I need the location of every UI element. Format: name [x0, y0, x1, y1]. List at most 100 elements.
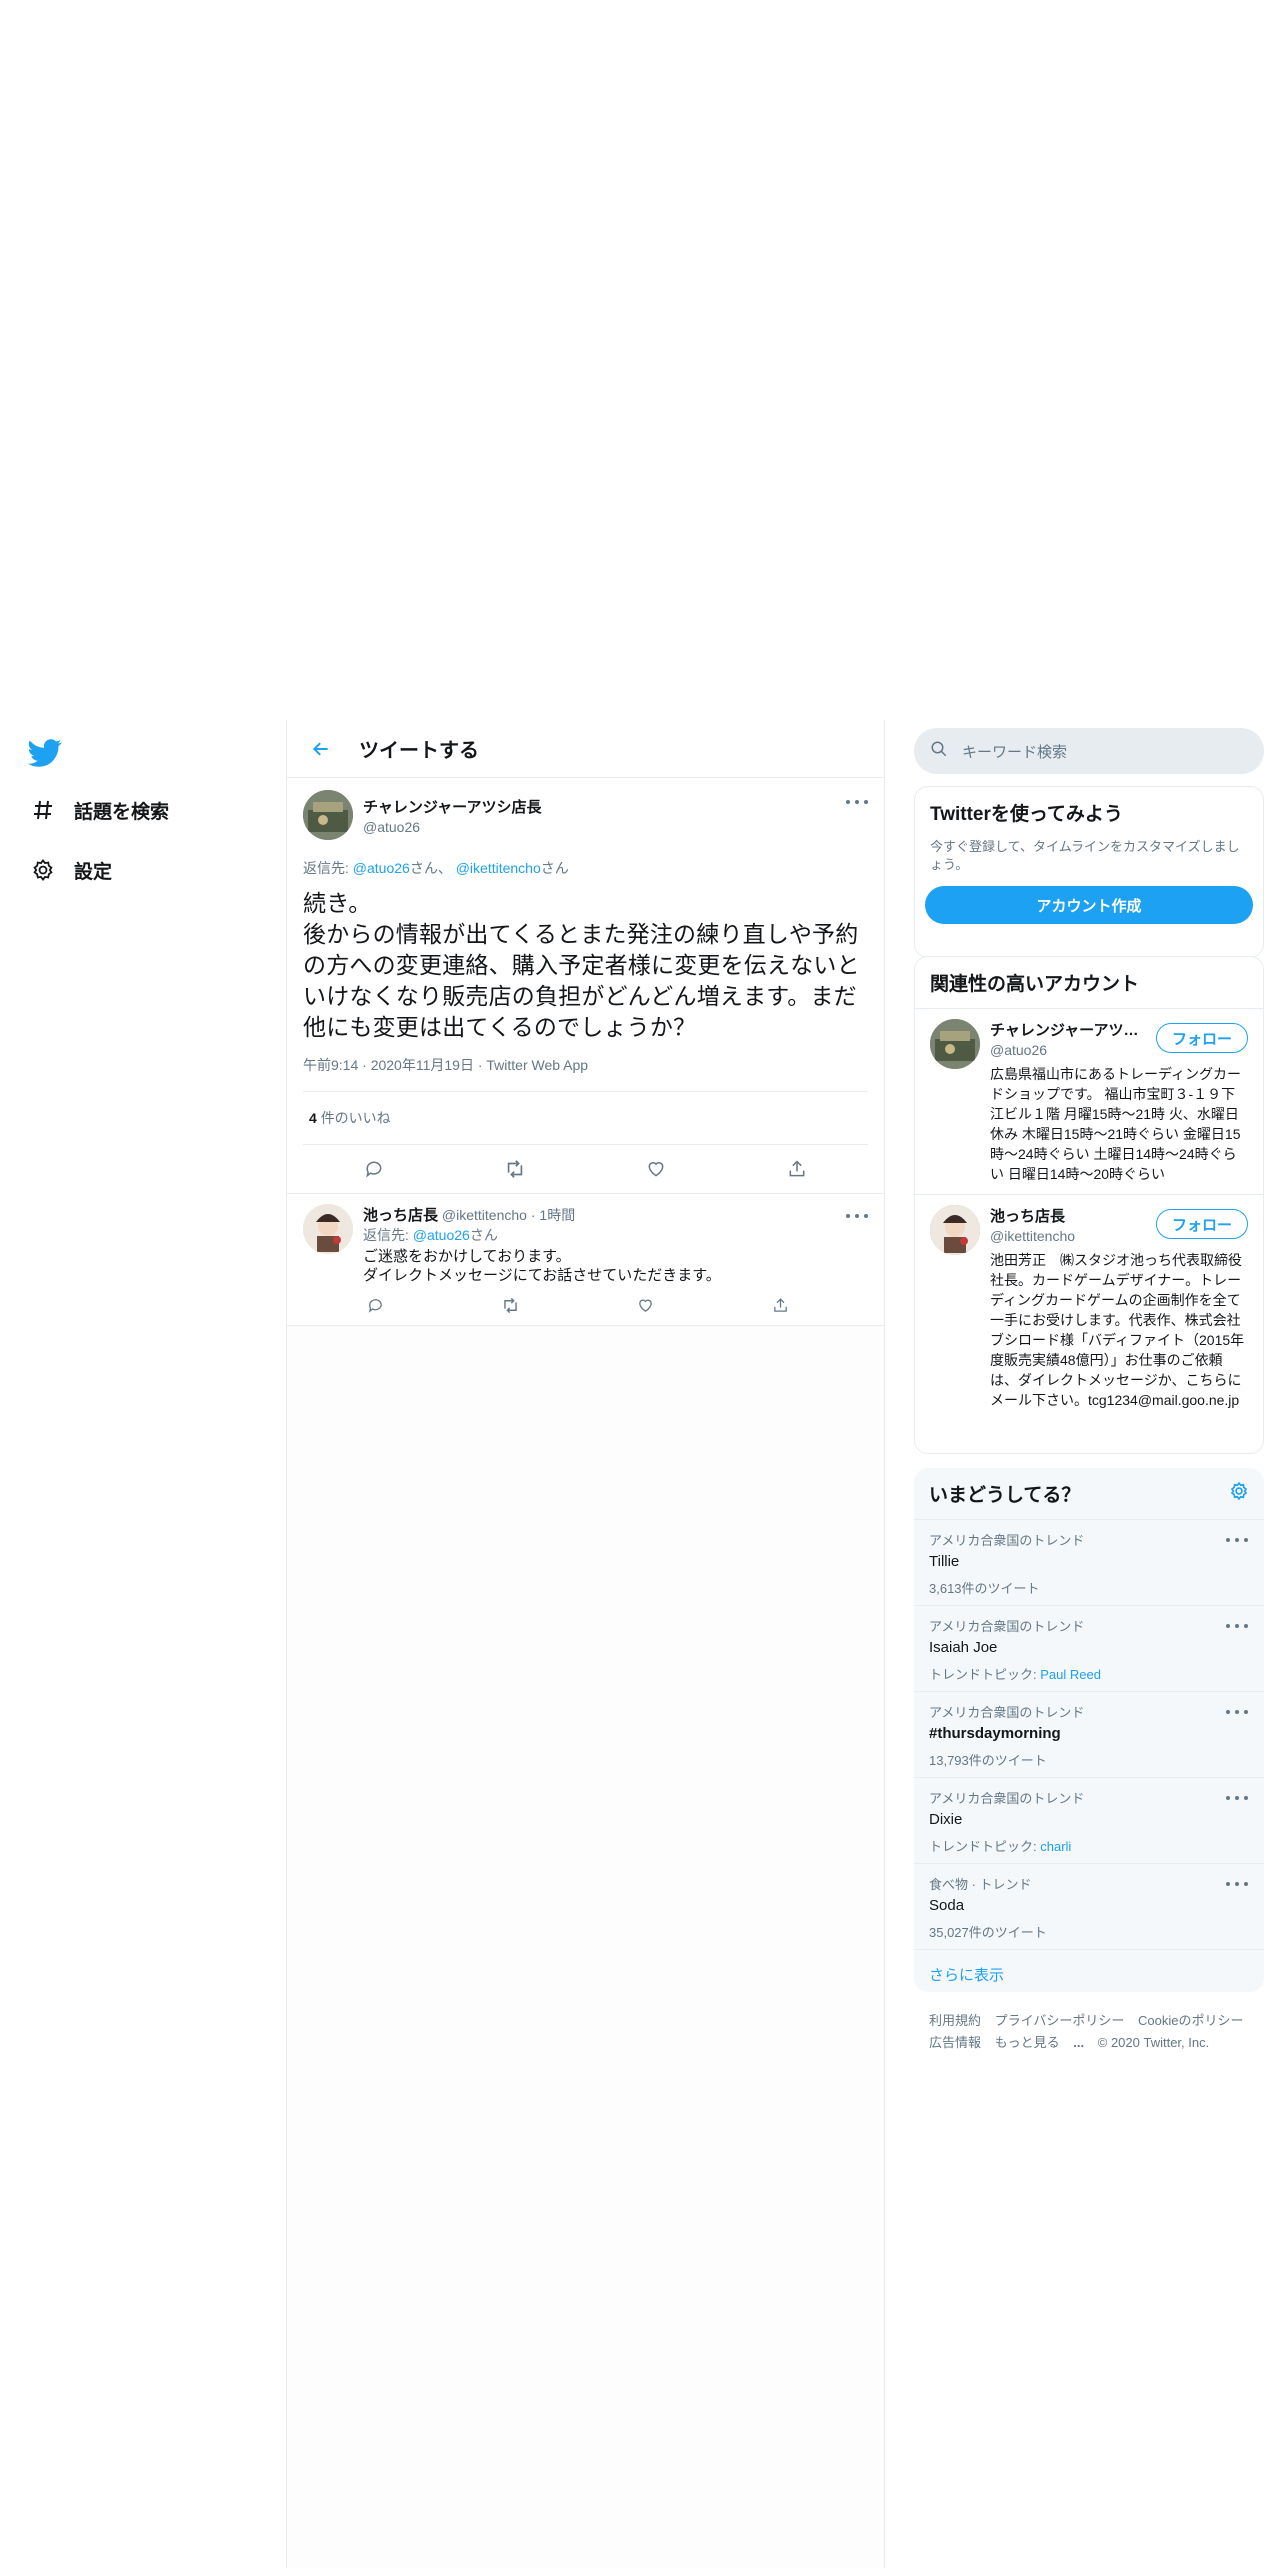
- share-icon[interactable]: [769, 1293, 793, 1317]
- trend-meta: 13,793件のツイート: [929, 1750, 1249, 1769]
- trend-meta: トレンドトピック: charli: [929, 1836, 1249, 1855]
- footer-more-label: もっと見る: [994, 2035, 1060, 2050]
- trend-item[interactable]: アメリカ合衆国のトレンド Tillie 3,613件のツイート: [914, 1519, 1264, 1605]
- trend-name: Tillie: [929, 1553, 960, 1570]
- reply-author-handle[interactable]: @ikettitencho: [442, 1207, 527, 1223]
- more-options-icon[interactable]: [846, 796, 868, 808]
- twitter-logo-icon[interactable]: [28, 736, 62, 770]
- trend-name: Isaiah Joe: [929, 1639, 998, 1656]
- tweet-source[interactable]: Twitter Web App: [486, 1057, 588, 1073]
- trend-context: アメリカ合衆国のトレンド: [929, 1791, 1085, 1806]
- tweet-time[interactable]: 午前9:14: [303, 1057, 358, 1073]
- create-account-button[interactable]: アカウント作成: [925, 886, 1253, 924]
- trend-meta: 35,027件のツイート: [929, 1922, 1249, 1941]
- account-bio: 広島県福山市にあるトレーディングカードショップです。 福山市宝町３-１９下江ビル…: [990, 1066, 1242, 1182]
- footer-more-link[interactable]: もっと見る ...: [995, 2035, 1084, 2050]
- likes-label: 件のいいね: [320, 1110, 391, 1126]
- follow-button[interactable]: フォロー: [1156, 1023, 1248, 1053]
- main-header: ツイートする: [287, 720, 884, 778]
- signup-card: Twitterを使ってみよう 今すぐ登録して、タイムラインをカスタマイズしましょ…: [914, 786, 1264, 958]
- nav-explore[interactable]: 話題を検索: [28, 790, 169, 830]
- more-options-icon[interactable]: [846, 1210, 868, 1222]
- more-dots-icon: ...: [1073, 2035, 1085, 2050]
- nav-settings-label: 設定: [74, 861, 113, 883]
- more-options-icon[interactable]: [1226, 1706, 1248, 1718]
- more-options-icon[interactable]: [1226, 1878, 1248, 1890]
- tweet-author-handle[interactable]: @atuo26: [363, 819, 542, 835]
- show-more-link[interactable]: さらに表示: [914, 1949, 1264, 1992]
- reply-to-separator: さん、: [409, 860, 452, 876]
- reply-icon[interactable]: [362, 1157, 386, 1181]
- account-bio: 池田芳正 ㈱スタジオ池っち代表取締役社長。カードゲームデザイナー。トレーディング…: [990, 1252, 1245, 1408]
- nav-settings[interactable]: 設定: [28, 850, 112, 890]
- signup-subtitle: 今すぐ登録して、タイムラインをカスタマイズしましょう。: [930, 839, 1240, 872]
- search-placeholder: キーワード検索: [962, 743, 1068, 761]
- reply-author-name[interactable]: 池っち店長: [363, 1207, 438, 1224]
- avatar[interactable]: [930, 1205, 980, 1255]
- trends-card: いまどうしてる？ アメリカ合衆国のトレンド Tillie 3,613件のツイート…: [914, 1468, 1264, 1992]
- reply-text-line: ダイレクトメッセージにてお話させていただきます。: [363, 1267, 721, 1284]
- avatar[interactable]: [303, 1204, 353, 1254]
- reply-text-line: ご迷惑をおかけしております。: [363, 1248, 571, 1265]
- account-item[interactable]: 池っち店長 @ikettitencho 池田芳正 ㈱スタジオ池っち代表取締役社長…: [915, 1194, 1263, 1420]
- like-icon[interactable]: [644, 1157, 668, 1181]
- reply-header: 池っち店長 @ikettitencho · 1時間: [363, 1207, 576, 1224]
- footer-privacy-link[interactable]: プライバシーポリシー: [995, 2013, 1125, 2028]
- footer-cookie-link[interactable]: Cookieのポリシー: [1138, 2013, 1243, 2028]
- trend-meta-text: 3,613件のツイート: [929, 1581, 1040, 1596]
- main-column: ツイートする チャレンジャーアツシ店長 @atuo26 返信先: @atuo26…: [286, 720, 885, 2568]
- trend-name: #thursdaymorning: [929, 1725, 1061, 1742]
- account-item[interactable]: チャレンジャーアツシ店長 @atuo26 広島県福山市にあるトレーディングカード…: [915, 1008, 1263, 1194]
- more-options-icon[interactable]: [1226, 1792, 1248, 1804]
- trend-meta-text: トレンドトピック:: [929, 1839, 1041, 1854]
- reply-to-user-link[interactable]: @atuo26: [353, 860, 410, 876]
- more-options-icon[interactable]: [1226, 1620, 1248, 1632]
- like-icon[interactable]: [634, 1293, 658, 1317]
- reply-to-prefix: 返信先:: [303, 860, 349, 876]
- tweet-text: 続き。 後からの情報が出てくるとまた発注の練り直しや予約の方への変更連絡、購入予…: [303, 888, 868, 1043]
- tweet-actions: [303, 1145, 868, 1193]
- account-name[interactable]: 池っち店長: [990, 1205, 1140, 1226]
- trend-context: アメリカ合衆国のトレンド: [929, 1619, 1085, 1634]
- reply-to-user-link[interactable]: @atuo26: [413, 1227, 470, 1243]
- footer-ads-link[interactable]: 広告情報: [929, 2035, 981, 2050]
- trends-header: いまどうしてる？: [914, 1468, 1264, 1519]
- likes-count[interactable]: 4 件のいいね: [303, 1092, 868, 1145]
- retweet-icon[interactable]: [503, 1157, 527, 1181]
- gear-icon[interactable]: [1229, 1481, 1249, 1507]
- reply-tweet[interactable]: 池っち店長 @ikettitencho · 1時間 返信先: @atuo26さん…: [287, 1194, 884, 1326]
- relevant-accounts-card: 関連性の高いアカウント チャレンジャーアツシ店長 @atuo26 広島県福山市に…: [914, 956, 1264, 1454]
- trend-item[interactable]: アメリカ合衆国のトレンド Isaiah Joe トレンドトピック: Paul R…: [914, 1605, 1264, 1691]
- reply-to-line: 返信先: @atuo26さん: [363, 1225, 868, 1245]
- trend-topic-link[interactable]: charli: [1040, 1839, 1071, 1854]
- trend-meta: トレンドトピック: Paul Reed: [929, 1664, 1249, 1683]
- trend-item[interactable]: アメリカ合衆国のトレンド Dixie トレンドトピック: charli: [914, 1777, 1264, 1863]
- reply-icon[interactable]: [363, 1293, 387, 1317]
- trend-topic-link[interactable]: Paul Reed: [1040, 1667, 1101, 1682]
- reply-actions: [363, 1293, 793, 1317]
- tweet-date[interactable]: 2020年11月19日: [371, 1057, 474, 1073]
- nav-explore-label: 話題を検索: [74, 801, 170, 823]
- reply-time[interactable]: 1時間: [539, 1207, 575, 1223]
- avatar[interactable]: [303, 790, 353, 840]
- tweet-author-name[interactable]: チャレンジャーアツシ店長: [363, 796, 542, 817]
- trend-meta-text: 13,793件のツイート: [929, 1753, 1047, 1768]
- trends-title: いまどうしてる？: [929, 1485, 1081, 1506]
- footer-copyright: © 2020 Twitter, Inc.: [1097, 2035, 1210, 2050]
- account-name[interactable]: チャレンジャーアツシ店長: [990, 1019, 1140, 1040]
- trend-item[interactable]: アメリカ合衆国のトレンド #thursdaymorning 13,793件のツイ…: [914, 1691, 1264, 1777]
- reply-to-user-link[interactable]: @ikettitencho: [456, 860, 541, 876]
- back-button[interactable]: [301, 729, 341, 769]
- relevant-accounts-title: 関連性の高いアカウント: [930, 974, 1140, 995]
- search-input[interactable]: キーワード検索: [914, 728, 1264, 774]
- share-icon[interactable]: [785, 1157, 809, 1181]
- retweet-icon[interactable]: [498, 1293, 522, 1317]
- signup-title: Twitterを使ってみよう: [930, 804, 1123, 825]
- trend-item[interactable]: 食べ物 · トレンド Soda 35,027件のツイート: [914, 1863, 1264, 1949]
- more-options-icon[interactable]: [1226, 1534, 1248, 1546]
- search-icon: [930, 740, 948, 763]
- avatar[interactable]: [930, 1019, 980, 1069]
- follow-button[interactable]: フォロー: [1156, 1209, 1248, 1239]
- page-title: ツイートする: [359, 740, 479, 762]
- footer-terms-link[interactable]: 利用規約: [929, 2013, 981, 2028]
